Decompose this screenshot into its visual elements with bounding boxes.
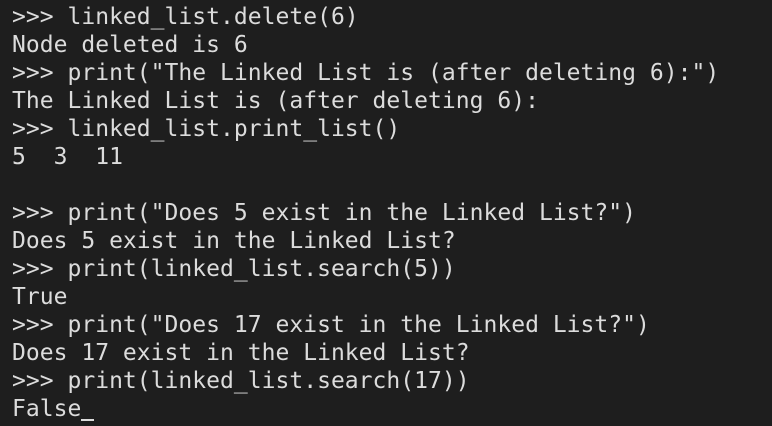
terminal-line: >>> linked_list.print_list()	[12, 116, 401, 142]
text-cursor	[81, 419, 95, 421]
terminal-output[interactable]: >>> linked_list.delete(6) Node deleted i…	[0, 0, 772, 426]
terminal-line: The Linked List is (after deleting 6):	[12, 88, 539, 114]
terminal-line: >>> linked_list.delete(6)	[12, 4, 359, 30]
terminal-line: >>> print(linked_list.search(17))	[12, 368, 470, 394]
terminal-line: True	[12, 284, 68, 310]
terminal-line: >>> print("Does 17 exist in the Linked L…	[12, 312, 650, 338]
terminal-line: >>> print("The Linked List is (after del…	[12, 60, 720, 86]
terminal-line: >>> print(linked_list.search(5))	[12, 256, 456, 282]
terminal-last-line: False	[12, 395, 772, 423]
terminal-line: Does 5 exist in the Linked List?	[12, 228, 456, 254]
terminal-line: Does 17 exist in the Linked List?	[12, 340, 470, 366]
terminal-line: Node deleted is 6	[12, 32, 248, 58]
terminal-line: 5 3 11	[12, 144, 123, 170]
terminal-line: >>> print("Does 5 exist in the Linked Li…	[12, 200, 637, 226]
terminal-line-text: False	[12, 396, 82, 422]
